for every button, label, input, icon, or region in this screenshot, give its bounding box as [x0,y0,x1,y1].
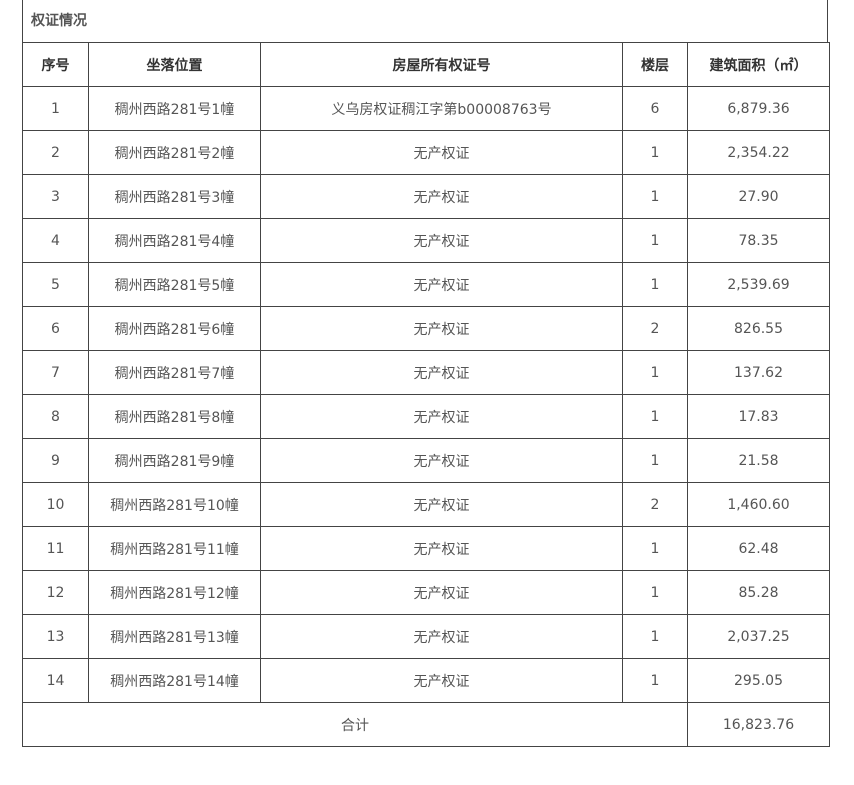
cell-area: 85.28 [687,570,830,615]
cell-area: 21.58 [687,438,830,483]
cell-index: 9 [22,438,89,483]
cell-certificate: 无产权证 [260,570,623,615]
cell-area: 137.62 [687,350,830,395]
cell-location: 稠州西路281号13幢 [88,614,261,659]
total-row: 合计 16,823.76 [22,702,830,747]
cell-area: 62.48 [687,526,830,571]
cell-floor: 2 [622,482,688,527]
cell-index: 12 [22,570,89,615]
table-row: 6 稠州西路281号6幢 无产权证 2 826.55 [22,306,830,351]
cell-location: 稠州西路281号8幢 [88,394,261,439]
cell-floor: 1 [622,438,688,483]
table-row: 3 稠州西路281号3幢 无产权证 1 27.90 [22,174,830,219]
table-row: 2 稠州西路281号2幢 无产权证 1 2,354.22 [22,130,830,175]
cell-certificate: 无产权证 [260,614,623,659]
section-title: 权证情况 [22,0,828,42]
cell-location: 稠州西路281号7幢 [88,350,261,395]
cell-area: 78.35 [687,218,830,263]
cell-location: 稠州西路281号3幢 [88,174,261,219]
cell-floor: 1 [622,614,688,659]
cell-certificate: 无产权证 [260,174,623,219]
cell-certificate: 无产权证 [260,350,623,395]
cell-location: 稠州西路281号14幢 [88,658,261,703]
table-row: 1 稠州西路281号1幢 义乌房权证稠江字第b00008763号 6 6,879.36 [22,86,830,131]
cell-index: 3 [22,174,89,219]
cell-area: 1,460.60 [687,482,830,527]
cell-floor: 1 [622,262,688,307]
cell-location: 稠州西路281号11幢 [88,526,261,571]
cell-area: 2,037.25 [687,614,830,659]
table-row: 4 稠州西路281号4幢 无产权证 1 78.35 [22,218,830,263]
header-floor: 楼层 [622,42,688,87]
cell-location: 稠州西路281号1幢 [88,86,261,131]
cell-certificate: 无产权证 [260,658,623,703]
total-value: 16,823.76 [687,702,830,747]
table-header-row: 序号 坐落位置 房屋所有权证号 楼层 建筑面积（㎡） [22,42,830,87]
cell-location: 稠州西路281号2幢 [88,130,261,175]
cell-index: 10 [22,482,89,527]
total-label: 合计 [22,702,688,747]
header-certificate: 房屋所有权证号 [260,42,623,87]
cell-floor: 2 [622,306,688,351]
cell-area: 6,879.36 [687,86,830,131]
cell-floor: 1 [622,526,688,571]
table-row: 8 稠州西路281号8幢 无产权证 1 17.83 [22,394,830,439]
property-rights-panel: 权证情况 序号 坐落位置 房屋所有权证号 楼层 建筑面积（㎡） 1 稠州西路281… [22,0,830,747]
cell-area: 826.55 [687,306,830,351]
cell-floor: 1 [622,394,688,439]
cell-certificate: 无产权证 [260,526,623,571]
cell-area: 2,354.22 [687,130,830,175]
table-row: 13 稠州西路281号13幢 无产权证 1 2,037.25 [22,614,830,659]
cell-location: 稠州西路281号4幢 [88,218,261,263]
cell-index: 14 [22,658,89,703]
table-row: 11 稠州西路281号11幢 无产权证 1 62.48 [22,526,830,571]
cell-location: 稠州西路281号5幢 [88,262,261,307]
cell-index: 8 [22,394,89,439]
cell-index: 2 [22,130,89,175]
cell-floor: 6 [622,86,688,131]
cell-certificate: 无产权证 [260,394,623,439]
table-row: 14 稠州西路281号14幢 无产权证 1 295.05 [22,658,830,703]
cell-certificate: 无产权证 [260,218,623,263]
cell-index: 4 [22,218,89,263]
table-body: 1 稠州西路281号1幢 义乌房权证稠江字第b00008763号 6 6,879.36 2… [22,86,830,703]
cell-certificate: 无产权证 [260,306,623,351]
cell-floor: 1 [622,350,688,395]
cell-certificate: 无产权证 [260,482,623,527]
cell-certificate: 无产权证 [260,130,623,175]
cell-location: 稠州西路281号6幢 [88,306,261,351]
cell-area: 17.83 [687,394,830,439]
cell-index: 1 [22,86,89,131]
cell-index: 5 [22,262,89,307]
cell-area: 295.05 [687,658,830,703]
cell-index: 11 [22,526,89,571]
header-index: 序号 [22,42,89,87]
table-row: 9 稠州西路281号9幢 无产权证 1 21.58 [22,438,830,483]
cell-area: 2,539.69 [687,262,830,307]
cell-floor: 1 [622,658,688,703]
header-area: 建筑面积（㎡） [687,42,830,87]
cell-location: 稠州西路281号10幢 [88,482,261,527]
cell-floor: 1 [622,130,688,175]
table-row: 10 稠州西路281号10幢 无产权证 2 1,460.60 [22,482,830,527]
cell-location: 稠州西路281号12幢 [88,570,261,615]
cell-area: 27.90 [687,174,830,219]
cell-index: 7 [22,350,89,395]
cell-certificate: 无产权证 [260,262,623,307]
table-row: 7 稠州西路281号7幢 无产权证 1 137.62 [22,350,830,395]
cell-certificate: 义乌房权证稠江字第b00008763号 [260,86,623,131]
cell-floor: 1 [622,570,688,615]
cell-location: 稠州西路281号9幢 [88,438,261,483]
cell-floor: 1 [622,174,688,219]
property-rights-table: 序号 坐落位置 房屋所有权证号 楼层 建筑面积（㎡） 1 稠州西路281号1幢 义乌… [22,42,830,747]
table-row: 5 稠州西路281号5幢 无产权证 1 2,539.69 [22,262,830,307]
cell-floor: 1 [622,218,688,263]
cell-index: 13 [22,614,89,659]
table-row: 12 稠州西路281号12幢 无产权证 1 85.28 [22,570,830,615]
header-location: 坐落位置 [88,42,261,87]
cell-index: 6 [22,306,89,351]
cell-certificate: 无产权证 [260,438,623,483]
